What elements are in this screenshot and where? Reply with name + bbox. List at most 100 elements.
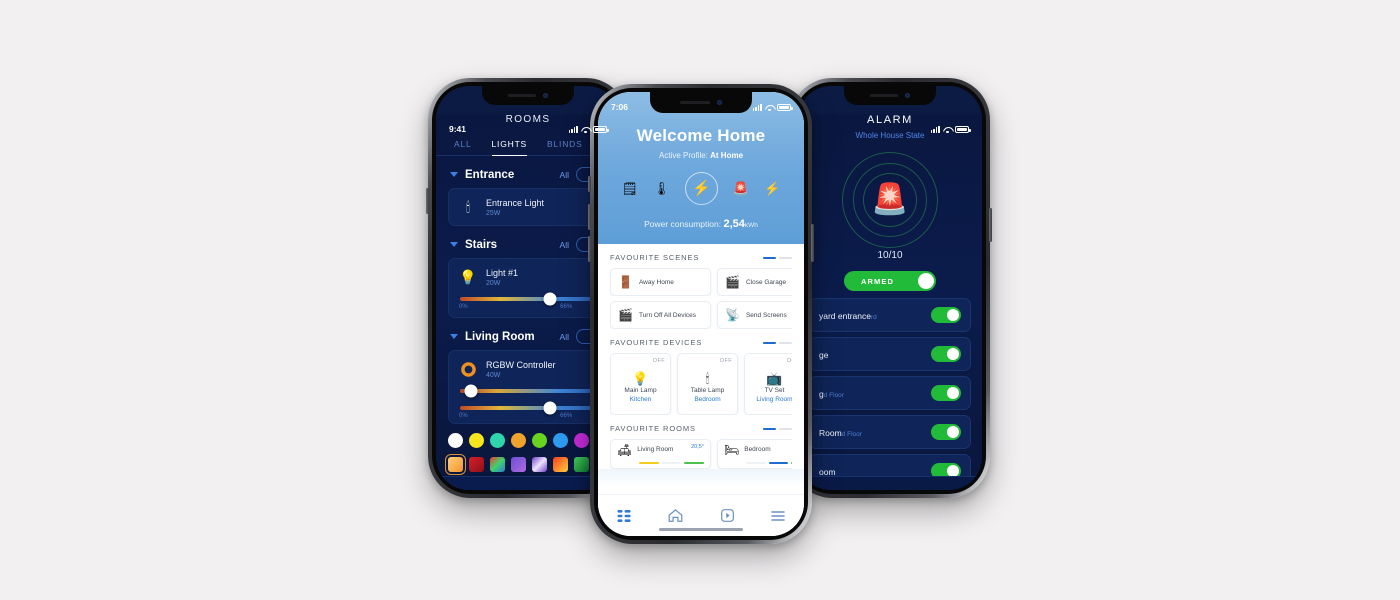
color-swatch-selected[interactable]: [445, 454, 466, 475]
color-swatch[interactable]: [448, 433, 463, 448]
pager-dot-active[interactable]: [763, 427, 776, 430]
section-pager[interactable]: [707, 256, 792, 259]
device-card-light-1[interactable]: 💡 Light #1 20W 0% 66%: [448, 258, 608, 318]
pager-dot[interactable]: [779, 256, 792, 259]
brightness-slider[interactable]: [460, 292, 596, 306]
alarm-device-row[interactable]: gd Floor: [809, 376, 971, 410]
room-card[interactable]: 🛋 Living Room 20,5°: [610, 439, 711, 469]
alarm-device-row[interactable]: ge: [809, 337, 971, 371]
device-card-entrance-light[interactable]: 🕯 Entrance Light 25W: [448, 188, 608, 226]
room-card[interactable]: 🛏Bedroom19,5°: [717, 439, 792, 469]
color-swatch[interactable]: [553, 433, 568, 448]
active-profile: Active Profile: At Home: [598, 151, 804, 160]
power-consumption: Power consumption: 2,54kWh: [598, 218, 804, 230]
device-card[interactable]: OFF 💡 Main Lamp Kitchen: [610, 353, 671, 415]
device-power: 40W: [486, 371, 501, 379]
alarm-device-toggle[interactable]: [931, 307, 961, 323]
alarm-device-info: yard entrancerd: [819, 306, 923, 324]
alarm-count: 10/10: [877, 250, 903, 261]
scene-card[interactable]: 🎬 Turn Off All Devices: [610, 301, 711, 329]
menu-icon[interactable]: [770, 509, 786, 523]
color-temp-slider[interactable]: [460, 384, 596, 398]
scene-card[interactable]: 🎬 Close Garage: [717, 268, 792, 296]
power-value: 2,54: [723, 218, 745, 230]
tab-blinds[interactable]: BLINDS: [547, 139, 583, 156]
color-swatch[interactable]: [574, 457, 589, 472]
slider-knob[interactable]: [543, 401, 557, 415]
phone-right-power-button[interactable]: [989, 208, 992, 242]
chevron-down-icon: [450, 172, 458, 177]
color-swatch[interactable]: [511, 433, 526, 448]
alarm-device-toggle[interactable]: [931, 385, 961, 401]
tab-all[interactable]: ALL: [454, 139, 472, 156]
home-indicator: [659, 528, 743, 531]
notes-icon[interactable]: 🗒: [622, 182, 639, 195]
door-exit-icon: 🚪: [618, 275, 633, 289]
alarm-device-toggle[interactable]: [931, 346, 961, 362]
device-power: 25W: [486, 209, 501, 217]
home-icon[interactable]: [519, 490, 536, 491]
pager-dot-active[interactable]: [763, 256, 776, 259]
bottom-nav-right: [798, 476, 982, 490]
color-swatch[interactable]: [469, 457, 484, 472]
home-icon[interactable]: [667, 508, 684, 523]
energy-icon[interactable]: ⚡: [764, 182, 780, 195]
phone-center-mute-switch[interactable]: [588, 176, 591, 192]
status-icons: [930, 125, 971, 133]
color-swatch[interactable]: [490, 433, 505, 448]
scene-card[interactable]: 🚪 Away Home: [610, 268, 711, 296]
rgbw-ring-icon: [458, 358, 478, 380]
color-swatch[interactable]: [574, 433, 589, 448]
phone-center-power-button[interactable]: [811, 224, 814, 262]
group-name: Living Room: [465, 330, 535, 343]
slider-labels: 0% 66%: [458, 413, 598, 419]
color-swatch[interactable]: [532, 457, 547, 472]
section-pager[interactable]: [704, 427, 792, 430]
device-room: Living Room: [756, 395, 792, 403]
alarm-device-row[interactable]: yard entrancerd: [809, 298, 971, 332]
armed-toggle[interactable]: ARMED: [844, 271, 936, 291]
phone-center-volume-down-button[interactable]: [588, 236, 591, 262]
slider-knob[interactable]: [464, 384, 478, 398]
siren-icon[interactable]: 🚨: [733, 182, 749, 195]
color-swatch[interactable]: [511, 457, 526, 472]
status-icons: [752, 103, 793, 111]
color-swatch[interactable]: [553, 457, 568, 472]
power-unit: kWh: [744, 222, 758, 229]
brightness-slider[interactable]: [460, 401, 596, 415]
pager-dot[interactable]: [779, 341, 792, 344]
active-profile-value: At Home: [710, 151, 744, 160]
armchair-icon: 🛋: [617, 443, 633, 457]
device-card[interactable]: OFF📺TV SetLiving Room: [744, 353, 792, 415]
phone-center-volume-up-button[interactable]: [588, 204, 591, 230]
alarm-status-indicator[interactable]: 🚨: [842, 152, 938, 248]
pager-dot-active[interactable]: [763, 341, 776, 344]
chevron-down-icon: [450, 334, 458, 339]
group-all-label: All: [559, 169, 569, 180]
pager-dot[interactable]: [779, 427, 792, 430]
phone-left-volume-button[interactable]: [426, 188, 429, 214]
section-pager[interactable]: [710, 341, 792, 344]
color-swatch[interactable]: [490, 457, 505, 472]
battery-icon: [593, 125, 609, 133]
device-card-rgbw-controller[interactable]: RGBW Controller 40W 0% 66%: [448, 350, 608, 424]
slider-knob[interactable]: [543, 292, 557, 306]
scene-label: Away Home: [638, 278, 674, 286]
device-name: TV Set: [764, 386, 785, 394]
power-icon[interactable]: ⚡: [684, 172, 718, 205]
alarm-device-location: rd: [870, 314, 877, 321]
dashboard-icon[interactable]: [616, 508, 632, 524]
thermometer-icon[interactable]: 🌡: [653, 182, 670, 195]
tab-lights[interactable]: LIGHTS: [491, 139, 528, 156]
color-swatch[interactable]: [532, 433, 547, 448]
device-card[interactable]: OFF 🕯 Table Lamp Bedroom: [677, 353, 738, 415]
alarm-device-toggle[interactable]: [931, 424, 961, 440]
color-swatch[interactable]: [469, 433, 484, 448]
device-name: Table Lamp: [690, 386, 725, 394]
screenshot-stage: 9:41 ROOMS ALL LIGHTS BLINDS Entrance Al…: [0, 0, 1400, 600]
device-room: Bedroom: [694, 395, 721, 403]
scene-card[interactable]: 📡 Send Screens: [717, 301, 792, 329]
hero-panel: 7:06 Welcome Home Active Profile: At Hom…: [598, 92, 804, 244]
play-box-icon[interactable]: [720, 508, 735, 523]
alarm-device-row[interactable]: Roomd Floor: [809, 415, 971, 449]
